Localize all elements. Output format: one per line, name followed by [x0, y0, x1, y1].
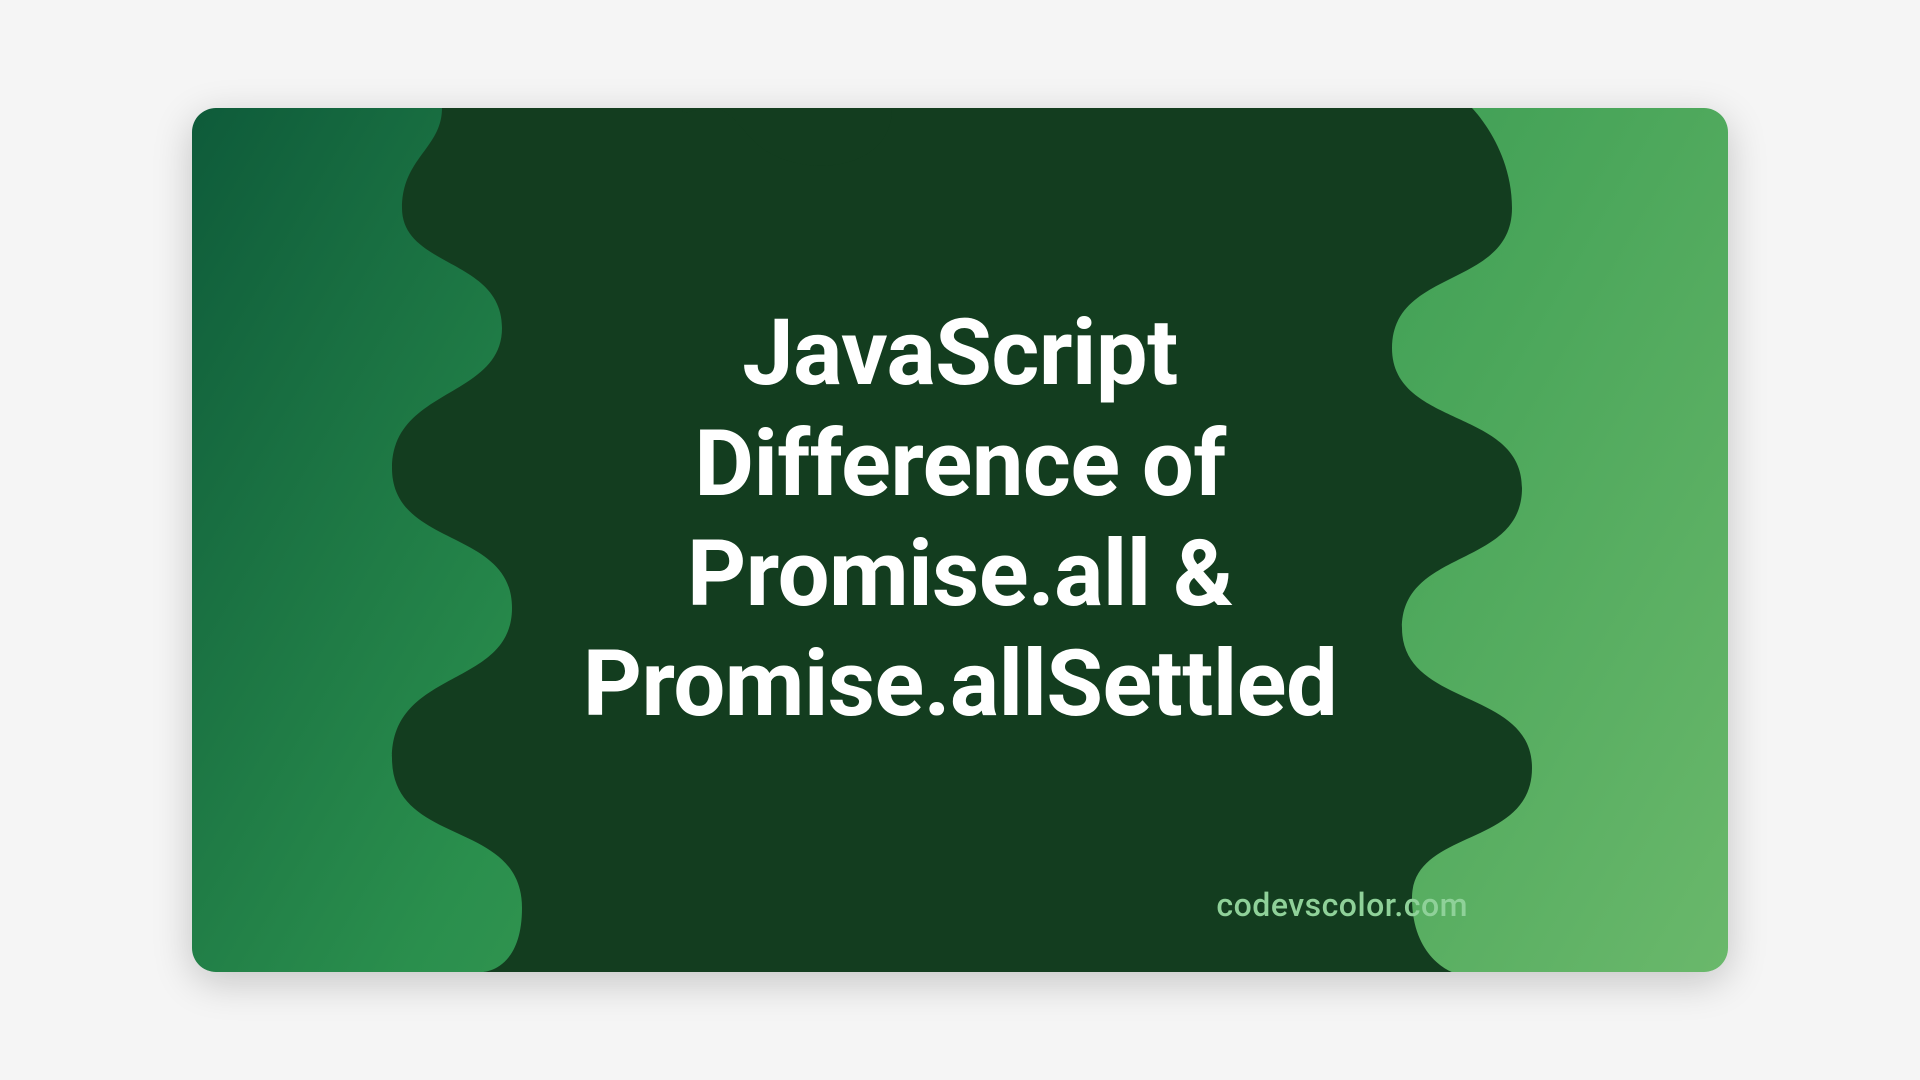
hero-title: JavaScript Difference of Promise.all & P… — [583, 299, 1338, 741]
title-line-3: Promise.all & — [687, 521, 1233, 628]
hero-card: JavaScript Difference of Promise.all & P… — [192, 108, 1728, 972]
content-area: JavaScript Difference of Promise.all & P… — [192, 108, 1728, 972]
title-line-4: Promise.allSettled — [583, 631, 1338, 738]
title-line-2: Difference of — [694, 411, 1226, 518]
site-watermark: codevscolor.com — [1216, 886, 1468, 924]
title-line-1: JavaScript — [742, 300, 1178, 407]
